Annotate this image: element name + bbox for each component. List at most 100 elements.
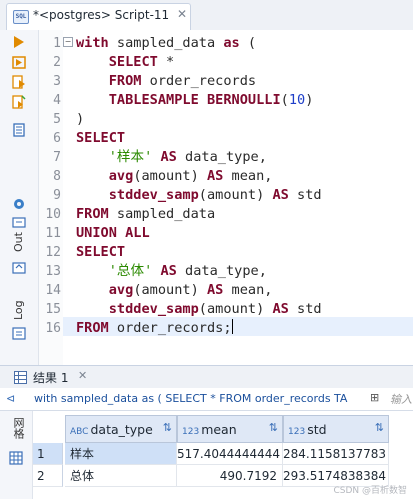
- code-text: *: [157, 54, 175, 70]
- results-tab-bar: 结果 1 ✕: [0, 365, 413, 389]
- cell-mean[interactable]: 517.4044444444: [177, 443, 283, 465]
- line-number: 15: [45, 302, 61, 317]
- execute-in-new-tab-icon[interactable]: [12, 55, 26, 69]
- line-number: 11: [45, 226, 61, 241]
- sql-keyword: FROM: [76, 206, 109, 222]
- line-number: 6: [53, 131, 61, 146]
- line-number: 8: [53, 169, 61, 184]
- execute-script-new-tab-icon[interactable]: [12, 95, 26, 109]
- output-panel-toggle[interactable]: Out: [12, 232, 25, 252]
- sql-keyword: UNION ALL: [76, 225, 150, 241]
- cell-data-type[interactable]: 样本: [65, 443, 177, 465]
- code-text: data_type,: [176, 149, 267, 165]
- column-filter-icon[interactable]: ⇅: [269, 421, 278, 434]
- code-line[interactable]: FROM sampled_data: [76, 205, 215, 224]
- code-line[interactable]: TABLESAMPLE BERNOULLI(10): [76, 91, 314, 110]
- results-tab-label[interactable]: 结果 1: [33, 369, 68, 386]
- log-icon[interactable]: [12, 326, 26, 340]
- number-literal: 10: [288, 92, 306, 108]
- tab-script-11[interactable]: SQL *<postgres> Script-11 ✕: [6, 3, 191, 30]
- column-header-std[interactable]: 123 std ⇅: [283, 415, 389, 443]
- code-line[interactable]: SELECT: [76, 129, 125, 148]
- cell-data-type[interactable]: 总体: [65, 465, 177, 487]
- code-line[interactable]: stddev_samp(amount) AS std: [76, 186, 322, 205]
- explain-plan-icon[interactable]: [12, 123, 26, 137]
- code-line[interactable]: SELECT: [76, 243, 125, 262]
- code-line[interactable]: FROM order_records: [76, 72, 256, 91]
- text-type-icon: ABC: [70, 427, 89, 437]
- row-number[interactable]: 2: [33, 465, 63, 487]
- line-number: 7: [53, 150, 61, 165]
- string-literal: '总体': [108, 263, 153, 279]
- sql-keyword: AS: [160, 149, 177, 165]
- sql-keyword: BERNOULLI: [206, 92, 281, 108]
- sql-keyword: SELECT: [76, 130, 126, 146]
- code-line[interactable]: FROM order_records;: [76, 319, 232, 338]
- filter-input-hint[interactable]: 输入: [390, 391, 412, 407]
- code-line[interactable]: avg(amount) AS mean,: [76, 281, 273, 300]
- query-text-icon: ⊲: [6, 392, 16, 405]
- code-line[interactable]: avg(amount) AS mean,: [76, 167, 273, 186]
- side-toolbar: Out Log: [0, 30, 39, 365]
- close-tab-icon[interactable]: ✕: [177, 7, 187, 21]
- number-type-icon: 123: [182, 427, 200, 437]
- results-filter-bar: ⊲ with sampled_data as ( SELECT * FROM o…: [0, 388, 413, 411]
- column-filter-icon[interactable]: ⇅: [375, 421, 384, 434]
- output-icon[interactable]: [12, 260, 26, 274]
- code-line[interactable]: '总体' AS data_type,: [76, 262, 267, 281]
- column-header-data-type[interactable]: ABC data_type ⇅: [65, 415, 177, 443]
- column-name: data_type: [90, 422, 153, 437]
- code-text: data_type,: [176, 263, 267, 279]
- grid-view-icon[interactable]: [9, 451, 23, 465]
- fold-toggle-icon[interactable]: −: [63, 37, 73, 47]
- line-number: 14: [45, 283, 61, 298]
- sql-editor[interactable]: 1 2 3 4 5 6 7 8 9 10 11 12 13 14 15 16 − with sampled_d…: [39, 30, 413, 365]
- line-number-gutter: 1 2 3 4 5 6 7 8 9 10 11 12 13 14 15 16: [39, 30, 63, 365]
- code-text: order_records: [141, 73, 257, 89]
- cell-mean[interactable]: 490.7192: [177, 465, 283, 487]
- sql-keyword: FROM: [108, 73, 142, 89]
- close-results-tab-icon[interactable]: ✕: [78, 369, 87, 382]
- grid-view-label[interactable]: 网格: [10, 417, 26, 439]
- code-line[interactable]: ): [76, 110, 84, 129]
- cell-std[interactable]: 284.1158137783: [283, 443, 389, 465]
- sql-keyword: with: [76, 35, 109, 51]
- code-text: (amount): [133, 168, 207, 184]
- sql-keyword: TABLESAMPLE: [108, 92, 199, 108]
- column-name: std: [307, 422, 327, 437]
- code-line[interactable]: stddev_samp(amount) AS std: [76, 300, 322, 319]
- editor-tab-bar: SQL *<postgres> Script-11 ✕: [0, 0, 413, 31]
- line-number: 1: [53, 36, 61, 51]
- log-panel-toggle[interactable]: Log: [12, 300, 25, 320]
- sql-keyword: AS: [206, 282, 224, 298]
- sql-keyword: SELECT: [108, 54, 158, 70]
- code-text: ): [76, 111, 85, 127]
- column-filter-icon[interactable]: ⇅: [163, 421, 172, 434]
- column-header-mean[interactable]: 123 mean ⇅: [177, 415, 283, 443]
- sql-keyword: SELECT: [76, 244, 126, 260]
- code-text: order_records;: [108, 320, 232, 336]
- sql-keyword: AS: [272, 187, 289, 203]
- string-literal: '样本': [108, 149, 153, 165]
- code-line[interactable]: UNION ALL: [76, 224, 150, 243]
- sql-keyword: AS: [206, 168, 224, 184]
- line-number: 12: [45, 245, 61, 260]
- filter-toggle-icon[interactable]: ⊞: [370, 391, 379, 404]
- execute-script-icon[interactable]: [12, 75, 26, 89]
- code-line[interactable]: '样本' AS data_type,: [76, 148, 267, 167]
- code-text: (amount): [133, 282, 207, 298]
- query-text-preview[interactable]: with sampled_data as ( SELECT * FROM ord…: [34, 392, 364, 405]
- row-number[interactable]: 1: [33, 443, 63, 465]
- sql-keyword: AS: [272, 301, 289, 317]
- variables-icon[interactable]: [12, 215, 26, 229]
- settings-gear-icon[interactable]: [12, 197, 26, 211]
- execute-statement-icon[interactable]: [12, 35, 26, 49]
- code-line[interactable]: SELECT *: [76, 53, 174, 72]
- code-line[interactable]: with sampled_data as (: [76, 34, 256, 53]
